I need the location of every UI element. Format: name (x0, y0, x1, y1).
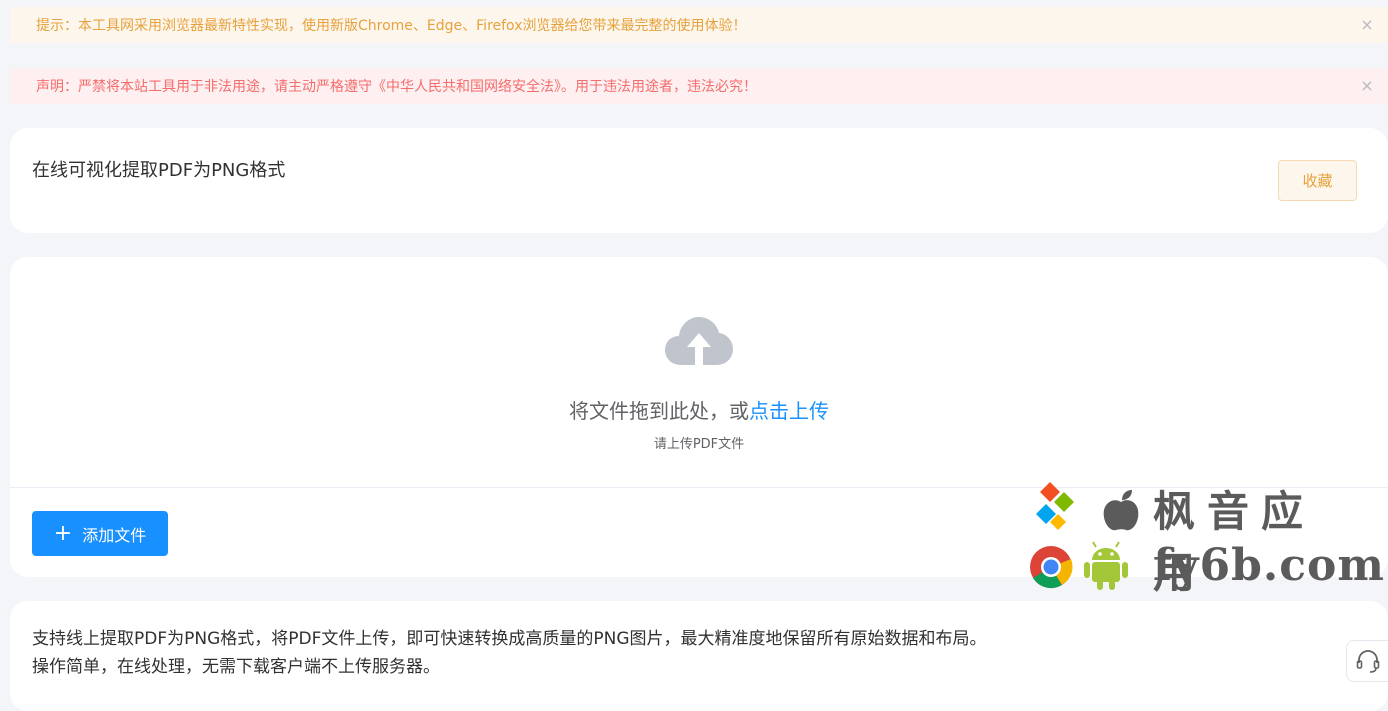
add-file-label: 添加文件 (82, 525, 147, 545)
description-card: 支持线上提取PDF为PNG格式，将PDF文件上传，即可快速转换成高质量的PNG图… (10, 601, 1388, 711)
legal-warning-text: 声明：严禁将本站工具用于非法用途，请主动严格遵守《中华人民共和国网络安全法》。用… (36, 79, 757, 95)
upload-card: 将文件拖到此处，或点击上传 请上传PDF文件 + 添加文件 (10, 257, 1388, 577)
upload-hint: 请上传PDF文件 (653, 437, 745, 452)
favorite-button[interactable]: 收藏 (1278, 160, 1357, 201)
drop-instructions: 将文件拖到此处，或点击上传 (10, 395, 1388, 424)
support-button[interactable] (1346, 640, 1388, 682)
click-upload-link[interactable]: 点击上传 (749, 399, 829, 423)
file-drop-zone[interactable]: 将文件拖到此处，或点击上传 请上传PDF文件 (10, 257, 1388, 488)
close-icon[interactable]: × (1358, 77, 1376, 95)
legal-warning-alert: 声明：严禁将本站工具用于非法用途，请主动严格遵守《中华人民共和国网络安全法》。用… (10, 68, 1388, 104)
headset-icon (1356, 650, 1380, 673)
description-line-1: 支持线上提取PDF为PNG格式，将PDF文件上传，即可快速转换成高质量的PNG图… (32, 629, 987, 649)
cloud-upload-icon (665, 317, 733, 365)
page-title: 在线可视化提取PDF为PNG格式 (32, 160, 286, 181)
browser-tip-alert: 提示：本工具网采用浏览器最新特性实现，使用新版Chrome、Edge、Firef… (10, 7, 1388, 43)
browser-tip-text: 提示：本工具网采用浏览器最新特性实现，使用新版Chrome、Edge、Firef… (36, 18, 747, 34)
drop-text: 将文件拖到此处，或 (569, 399, 749, 423)
description-line-2: 操作简单，在线处理，无需下载客户端不上传服务器。 (32, 657, 440, 677)
close-icon[interactable]: × (1358, 16, 1376, 34)
plus-icon: + (53, 520, 73, 546)
tool-header-card: 在线可视化提取PDF为PNG格式 收藏 (10, 128, 1388, 233)
add-file-button[interactable]: + 添加文件 (32, 511, 168, 556)
